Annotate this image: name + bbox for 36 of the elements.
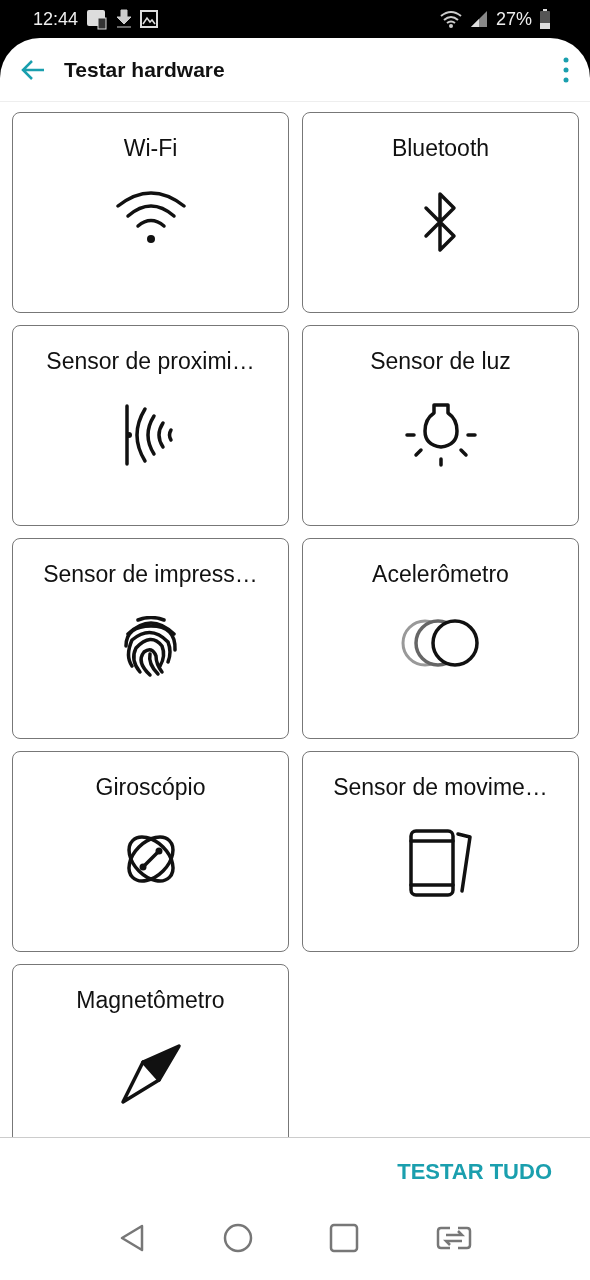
tilted-phones-icon [407,829,474,898]
sensor-tile[interactable]: Sensor de proximi… [12,325,289,527]
tile-label: Wi-Fi [123,135,178,163]
tile-label: Sensor de movime… [333,774,548,802]
sensor-tile[interactable]: Magnetômetro [12,964,289,1138]
switch-apps-button[interactable] [435,1224,472,1251]
tile-label: Bluetooth [391,135,490,163]
sensor-tile[interactable]: Acelerômetro [302,538,579,740]
tile-label: Sensor de proximi… [46,348,255,376]
home-nav-button[interactable] [222,1222,253,1253]
screen-title: Testar hardware [64,57,226,82]
tile-label: Sensor de luz [370,348,511,376]
status-time: 12:44 [33,8,79,30]
wifi-signal-icon [439,10,462,28]
tile-label: Acelerômetro [372,561,509,589]
back-button[interactable] [20,58,46,81]
more-menu-button[interactable] [562,55,570,84]
sensor-tile[interactable]: Sensor de movime… [302,751,579,953]
sensor-tile[interactable]: Bluetooth [302,112,579,314]
cell-signal-icon [469,10,488,28]
sensor-tile[interactable]: Sensor de impress… [12,538,289,740]
image-icon [140,10,159,28]
tile-label: Magnetômetro [76,987,225,1015]
notification-icon [86,8,109,30]
compass-needle-icon [118,1042,183,1107]
sensor-tile[interactable]: Sensor de luz [302,325,579,527]
fingerprint-icon [121,616,180,679]
sensor-tile[interactable]: Wi-Fi [12,112,289,314]
tile-label: Giroscópio [95,774,206,802]
light-bulb-icon [404,403,477,468]
battery-percent: 27% [495,8,532,30]
sensor-tile[interactable]: Giroscópio [12,751,289,953]
recents-nav-button[interactable] [329,1222,360,1253]
download-icon [116,9,133,29]
tile-label: Sensor de impress… [43,561,258,589]
battery-icon [540,9,550,29]
